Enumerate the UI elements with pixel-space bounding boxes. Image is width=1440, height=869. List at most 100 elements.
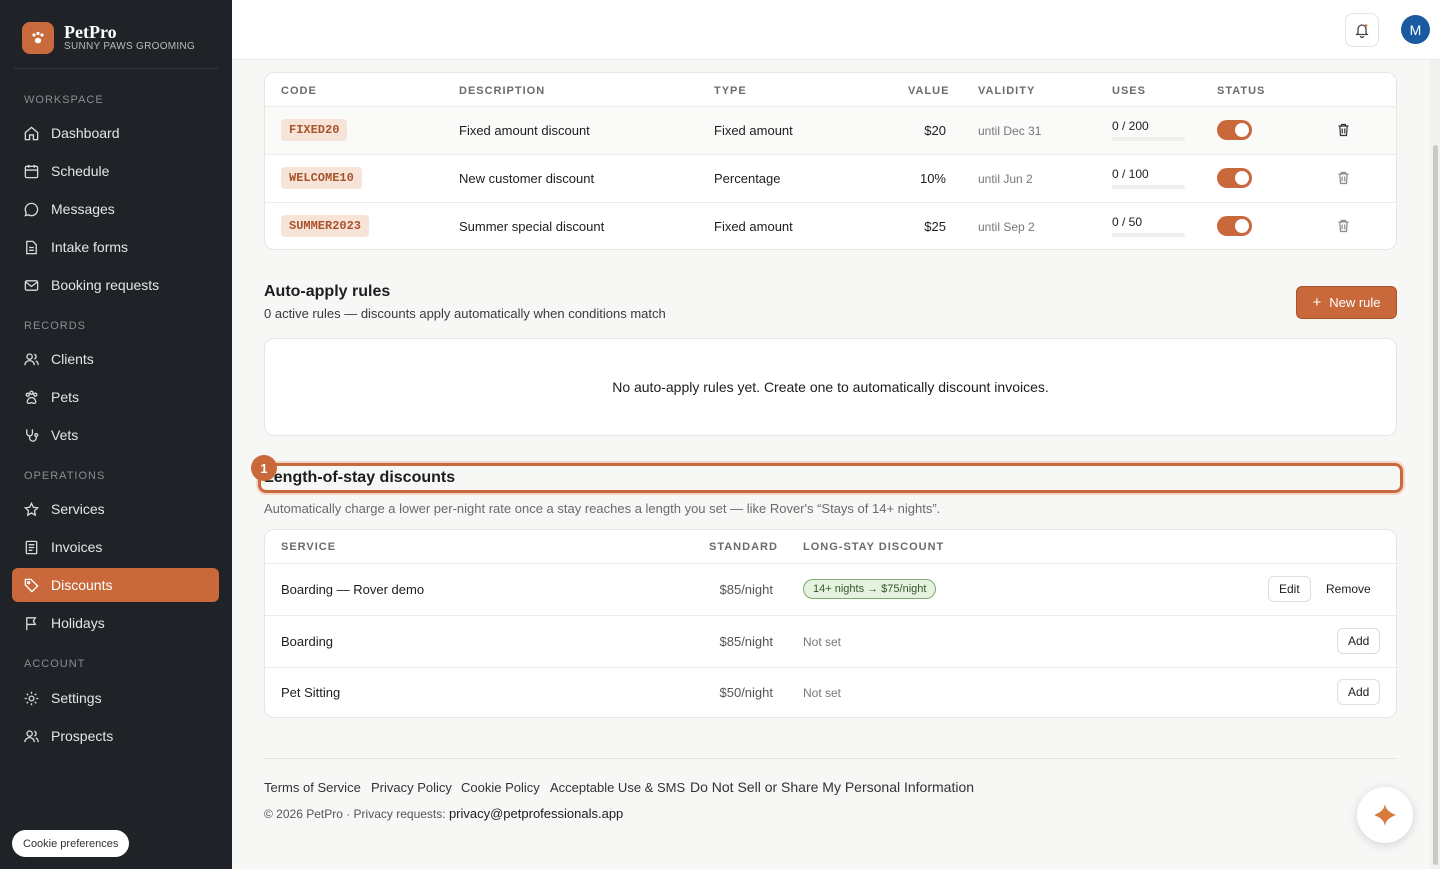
auto-apply-rules-panel: No auto-apply rules yet. Create one to a…	[264, 338, 1397, 436]
status-toggle[interactable]	[1217, 216, 1252, 236]
trash-icon[interactable]	[1337, 171, 1350, 185]
validity: until Jun 2	[978, 172, 1033, 186]
bell-icon	[1355, 24, 1369, 38]
assistant-button[interactable]	[1357, 787, 1413, 843]
sidebar-item-label: Invoices	[51, 539, 103, 555]
calendar-icon	[24, 164, 39, 178]
avatar[interactable]: M	[1401, 15, 1430, 44]
remove-button[interactable]: Remove	[1326, 582, 1371, 596]
brand[interactable]: PetPro SUNNY PAWS GROOMING	[22, 22, 195, 54]
sidebar-item-services[interactable]: Services	[12, 492, 219, 526]
section-label-operations: OPERATIONS	[24, 470, 106, 482]
notifications-button[interactable]	[1345, 13, 1379, 47]
length-of-stay-title: Length-of-stay discounts	[264, 469, 456, 486]
star-icon	[23, 501, 40, 516]
empty-state-message: No auto-apply rules yet. Create one to a…	[612, 379, 1049, 395]
sidebar-item-intake-forms[interactable]: Intake forms	[12, 230, 219, 264]
sidebar-item-holidays[interactable]: Holidays	[12, 606, 219, 640]
sidebar-item-messages[interactable]: Messages	[12, 192, 219, 226]
description: Summer special discount	[459, 219, 605, 234]
sidebar-item-discounts[interactable]: Discounts	[12, 568, 219, 602]
copyright-text: © 2026 PetPro · Privacy requests:	[264, 807, 446, 821]
step-marker: 1	[251, 455, 277, 481]
sidebar-item-dashboard[interactable]: Dashboard	[12, 116, 219, 150]
table-row: Boarding — Rover demo $85/night 14+ nigh…	[265, 564, 1396, 615]
standard-rate: $50/night	[719, 685, 774, 700]
gear-icon	[24, 691, 39, 705]
sidebar-item-pets[interactable]: Pets	[12, 380, 219, 414]
cookie-preferences-button[interactable]: Cookie preferences	[12, 830, 130, 857]
footer-link-do-not-sell[interactable]: Do Not Sell or Share My Personal Informa…	[690, 779, 974, 795]
footer-link-cookie[interactable]: Cookie Policy	[461, 780, 540, 795]
brand-subtitle: SUNNY PAWS GROOMING	[64, 41, 196, 52]
sidebar-item-settings[interactable]: Settings	[12, 681, 219, 715]
column-header-standard: STANDARD	[709, 541, 778, 553]
column-header-status: STATUS	[1217, 85, 1266, 97]
sidebar-item-label: Holidays	[51, 615, 105, 631]
uses-progress-bar	[1112, 185, 1185, 189]
value: $20	[924, 123, 946, 138]
footer-link-acceptable-use[interactable]: Acceptable Use & SMS	[550, 780, 685, 795]
auto-apply-rules-subtitle: 0 active rules — discounts apply automat…	[264, 306, 666, 321]
plus-icon: +	[1312, 294, 1322, 311]
table-row: Boarding $85/night Not set Add	[265, 616, 1396, 667]
section-label-records: RECORDS	[24, 320, 87, 332]
sidebar-item-prospects[interactable]: Prospects	[12, 719, 219, 753]
value: $25	[924, 219, 946, 234]
table-row: SUMMER2023 Summer special discount Fixed…	[265, 203, 1396, 249]
service-name: Pet Sitting	[281, 685, 341, 700]
divider	[14, 68, 218, 69]
sidebar-item-vets[interactable]: Vets	[12, 418, 219, 452]
long-stay-discount-value: Not set	[803, 686, 842, 700]
flag-icon	[26, 616, 37, 630]
sidebar-item-label: Schedule	[51, 163, 110, 179]
paw-icon	[25, 390, 38, 404]
trash-icon[interactable]	[1337, 219, 1350, 233]
column-header-validity: VALIDITY	[978, 85, 1036, 97]
new-rule-button[interactable]: + New rule	[1296, 286, 1397, 319]
length-of-stay-subtitle: Automatically charge a lower per-night r…	[264, 501, 941, 516]
length-of-stay-table: SERVICE STANDARD LONG-STAY DISCOUNT Boar…	[264, 529, 1397, 718]
sidebar-item-label: Services	[51, 501, 105, 517]
add-button[interactable]: Add	[1337, 628, 1381, 654]
sidebar-item-label: Messages	[51, 201, 115, 217]
scrollbar-thumb[interactable]	[1433, 145, 1438, 865]
sidebar-item-label: Pets	[51, 389, 80, 405]
sidebar-item-booking-requests[interactable]: Booking requests	[12, 268, 219, 302]
sidebar-item-schedule[interactable]: Schedule	[12, 154, 219, 188]
service-name: Boarding — Rover demo	[281, 582, 425, 597]
sparkle-icon	[1374, 804, 1396, 826]
add-button[interactable]: Add	[1337, 679, 1381, 705]
discount-code: SUMMER2023	[281, 215, 370, 237]
validity: until Dec 31	[978, 124, 1042, 138]
auto-apply-rules-title: Auto-apply rules	[264, 283, 391, 300]
users-icon	[24, 352, 39, 365]
privacy-email-link[interactable]: privacy@petprofessionals.app	[449, 806, 623, 821]
sidebar-item-clients[interactable]: Clients	[12, 342, 219, 376]
users-icon	[24, 729, 39, 742]
brand-name: PetPro	[64, 22, 117, 42]
paw-logo-icon	[22, 22, 54, 54]
sidebar-item-invoices[interactable]: Invoices	[12, 530, 219, 564]
standard-rate: $85/night	[719, 582, 774, 597]
type: Percentage	[714, 171, 781, 186]
document-icon	[26, 240, 37, 254]
sidebar-item-label: Prospects	[51, 728, 114, 744]
sidebar-item-label: Clients	[51, 351, 94, 367]
column-header-uses: USES	[1112, 85, 1146, 97]
section-label-account: ACCOUNT	[24, 658, 86, 670]
status-toggle[interactable]	[1217, 120, 1252, 140]
type: Fixed amount	[714, 123, 793, 138]
footer-link-terms[interactable]: Terms of Service	[264, 780, 361, 795]
uses-progress-bar	[1112, 137, 1185, 141]
column-header-service: SERVICE	[281, 541, 337, 553]
edit-button[interactable]: Edit	[1268, 576, 1311, 602]
standard-rate: $85/night	[719, 634, 774, 649]
trash-icon[interactable]	[1337, 123, 1350, 137]
discount-code: FIXED20	[281, 119, 348, 141]
footer-link-privacy[interactable]: Privacy Policy	[371, 780, 452, 795]
status-toggle[interactable]	[1217, 168, 1252, 188]
invoice-icon	[25, 540, 38, 554]
sidebar-item-label: Intake forms	[51, 239, 129, 255]
long-stay-discount-value: Not set	[803, 635, 842, 649]
